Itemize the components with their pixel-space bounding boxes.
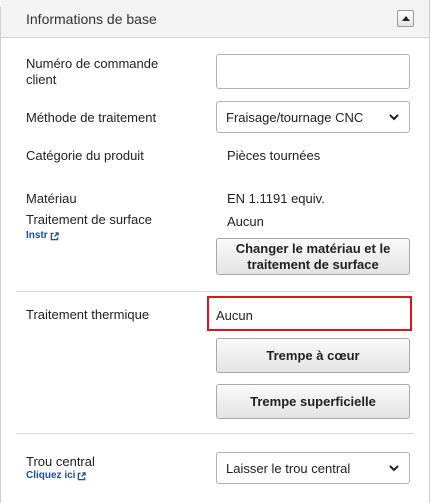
- processing-method-value: Fraisage/tournage CNC: [226, 110, 364, 125]
- section-header: Informations de base: [1, 0, 429, 38]
- chevron-down-icon: [389, 114, 399, 121]
- processing-method-label: Méthode de traitement: [26, 110, 157, 125]
- divider: [16, 433, 414, 434]
- heat-treatment-label: Traitement thermique: [26, 307, 150, 322]
- surface-instr-link[interactable]: Instr: [26, 230, 59, 242]
- collapse-button[interactable]: [397, 10, 414, 27]
- order-number-label: Numéro de commande client: [26, 56, 159, 87]
- divider: [16, 291, 414, 292]
- center-hole-value: Laisser le trou central: [226, 461, 351, 476]
- external-link-icon: [78, 471, 87, 480]
- material-label: Matériau: [26, 191, 77, 206]
- section-title: Informations de base: [26, 11, 157, 27]
- order-number-input[interactable]: [216, 54, 410, 89]
- change-material-button[interactable]: Changer le matériau et le traitement de …: [216, 238, 410, 275]
- surface-hardening-button[interactable]: Trempe superficielle: [216, 384, 410, 419]
- center-hole-select[interactable]: Laisser le trou central: [216, 452, 410, 484]
- instr-link-text: Instr: [26, 230, 48, 241]
- surface-treatment-value: Aucun: [227, 214, 264, 229]
- product-category-value: Pièces tournées: [227, 148, 321, 163]
- hardening-button[interactable]: Trempe à cœur: [216, 338, 410, 373]
- heat-treatment-highlight: [207, 296, 412, 331]
- chevron-down-icon: [389, 465, 399, 472]
- external-link-icon: [50, 231, 59, 240]
- chevron-up-icon: [402, 16, 410, 21]
- center-hole-link[interactable]: Cliquez ici: [26, 470, 87, 482]
- center-hole-link-text: Cliquez ici: [26, 470, 76, 481]
- material-value: EN 1.1191 equiv.: [227, 191, 325, 206]
- surface-treatment-label: Traitement de surface: [26, 212, 152, 227]
- product-category-label: Catégorie du produit: [26, 148, 144, 163]
- center-hole-label: Trou central: [26, 454, 95, 469]
- processing-method-select[interactable]: Fraisage/tournage CNC: [216, 101, 410, 133]
